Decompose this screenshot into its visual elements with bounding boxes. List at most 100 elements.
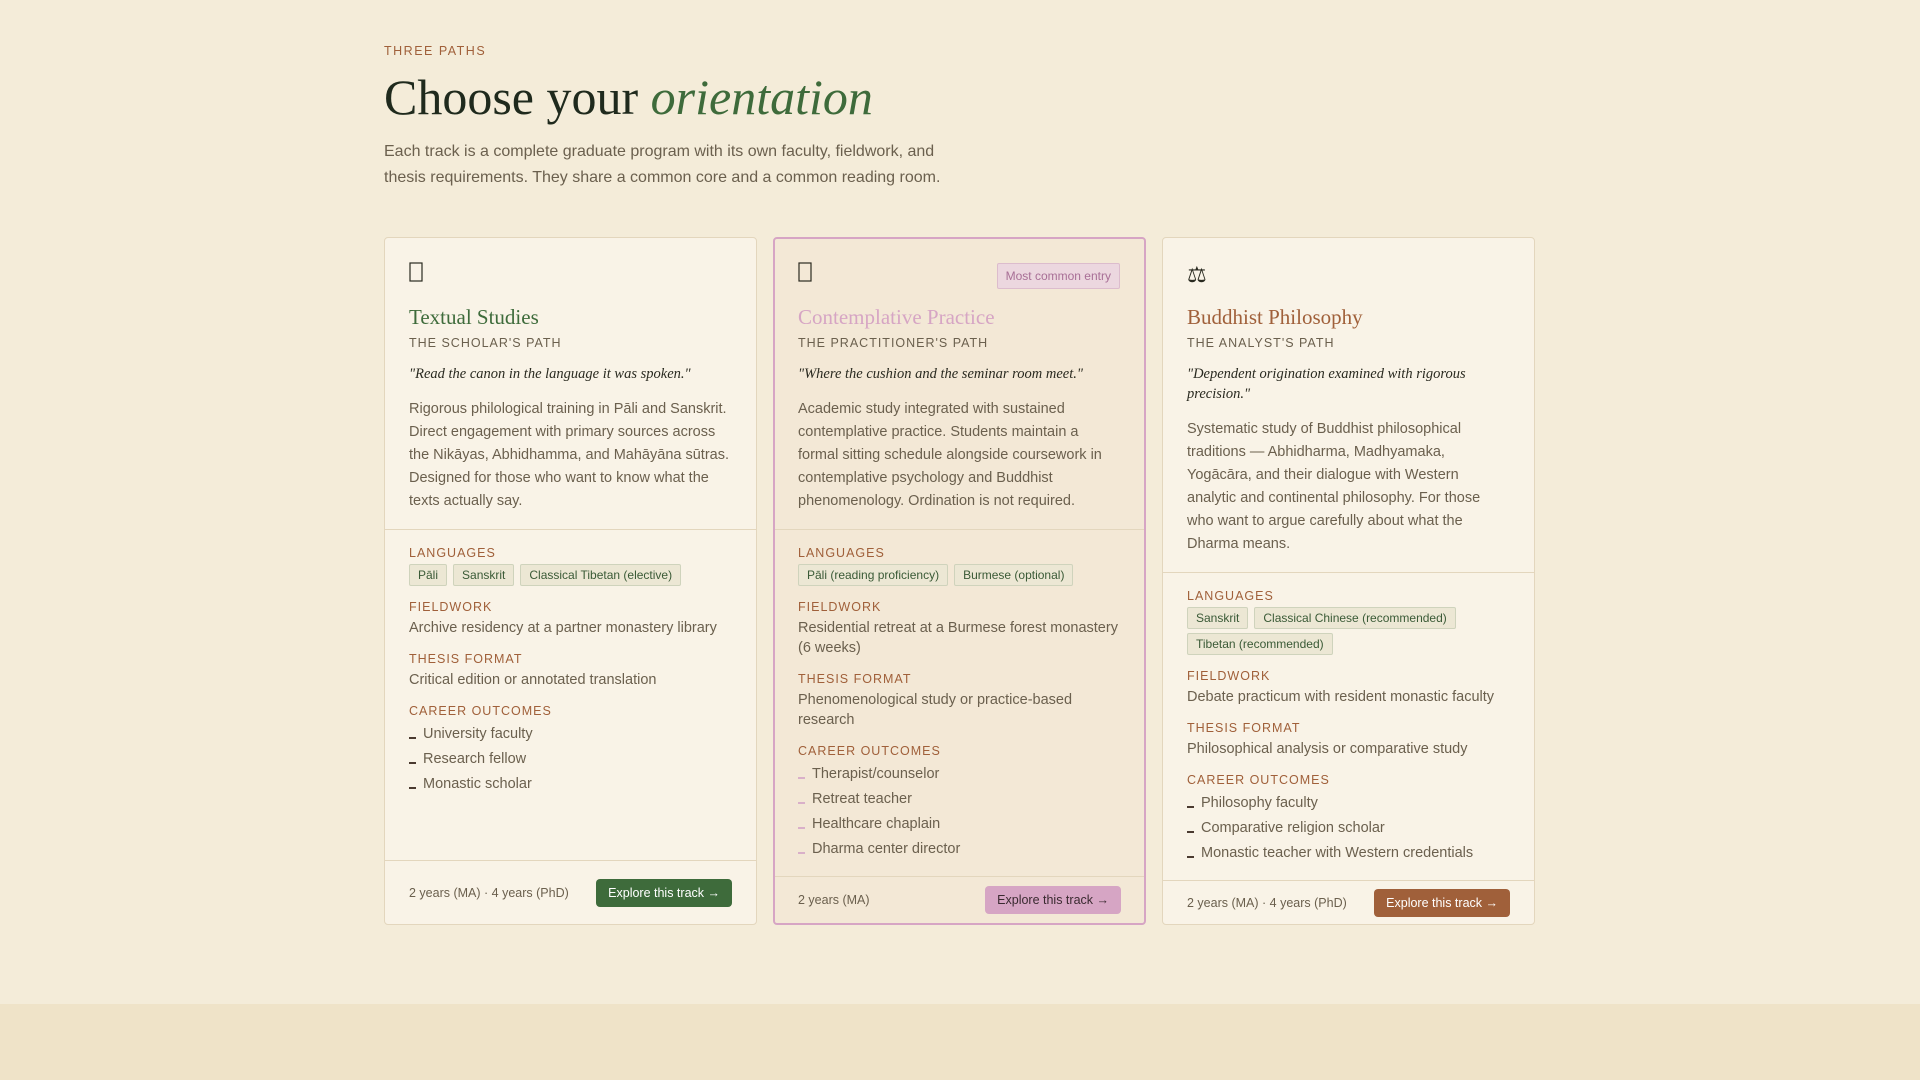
fieldwork-label: FIELDWORK <box>798 600 882 614</box>
career-text: Monastic scholar <box>423 776 532 792</box>
language-tags: Sanskrit Classical Chinese (recommended)… <box>1187 607 1510 655</box>
card-header: ⚖ Buddhist Philosophy THE ANALYST'S PATH… <box>1163 238 1534 573</box>
dash-icon <box>798 852 805 854</box>
card-details: LANGUAGES Pāli Sanskrit Classical Tibeta… <box>385 530 756 860</box>
dash-icon <box>409 762 416 764</box>
language-tag: Pāli (reading proficiency) <box>798 564 949 586</box>
language-tag: Pāli <box>409 564 448 586</box>
tracks-header: THREE PATHS Choose your orientation Each… <box>384 44 1536 191</box>
career-text: University faculty <box>423 726 533 742</box>
list-item: Comparative religion scholar <box>1187 816 1510 841</box>
career-text: Retreat teacher <box>812 791 912 807</box>
track-quote: "Read the canon in the language it was s… <box>409 366 691 382</box>
career-list: Philosophy faculty Comparative religion … <box>1187 791 1510 866</box>
list-item: Monastic scholar <box>409 772 732 797</box>
track-card-buddhist-philosophy: ⚖ Buddhist Philosophy THE ANALYST'S PATH… <box>1162 237 1535 925</box>
languages-block: LANGUAGES Sanskrit Classical Chinese (re… <box>1187 589 1510 655</box>
track-name: Contemplative Practice <box>798 305 995 329</box>
track-description: Systematic study of Buddhist philosophic… <box>1187 421 1481 552</box>
track-cards: Textual Studies THE SCHOLAR'S PATH "Read… <box>384 237 1536 925</box>
fieldwork-value: Debate practicum with resident monastic … <box>1187 689 1495 705</box>
thesis-value: Critical edition or annotated translatio… <box>409 672 657 688</box>
card-details: LANGUAGES Pāli (reading proficiency) Bur… <box>775 530 1144 876</box>
card-header: Textual Studies THE SCHOLAR'S PATH "Read… <box>385 238 756 530</box>
card-header: Most common entry Contemplative Practice… <box>775 239 1144 530</box>
career-text: Dharma center director <box>812 841 961 857</box>
section-eyebrow: THREE PATHS <box>384 44 487 58</box>
dash-icon <box>1187 831 1194 833</box>
career-text: Healthcare chaplain <box>812 816 941 832</box>
explore-track-button[interactable]: Explore this track → <box>1374 888 1510 917</box>
fieldwork-block: FIELDWORK Debate practicum with resident… <box>1187 669 1510 707</box>
book-icon <box>409 262 732 288</box>
card-footer: 2 years (MA) · 4 years (PhD) Explore thi… <box>1163 880 1534 924</box>
dash-icon <box>1187 806 1194 808</box>
language-tag: Sanskrit <box>453 564 515 586</box>
title-plain: Choose your <box>384 69 651 125</box>
careers-block: CAREER OUTCOMES University faculty Resea… <box>409 704 732 797</box>
thesis-value: Philosophical analysis or comparative st… <box>1187 741 1468 757</box>
career-text: Philosophy faculty <box>1201 795 1318 811</box>
track-description: Rigorous philological training in Pāli a… <box>409 401 729 509</box>
languages-label: LANGUAGES <box>798 546 885 560</box>
section-lede: Each track is a complete graduate progra… <box>384 143 941 186</box>
thesis-block: THESIS FORMAT Critical edition or annota… <box>409 652 732 690</box>
list-item: Philosophy faculty <box>1187 791 1510 816</box>
thesis-label: THESIS FORMAT <box>409 652 523 666</box>
career-text: Research fellow <box>423 751 527 767</box>
thesis-label: THESIS FORMAT <box>1187 721 1301 735</box>
dash-icon <box>1187 856 1194 858</box>
track-subtitle: THE ANALYST'S PATH <box>1187 336 1335 350</box>
thesis-block: THESIS FORMAT Phenomenological study or … <box>798 672 1121 730</box>
list-item: Retreat teacher <box>798 787 1121 812</box>
thesis-value: Phenomenological study or practice-based… <box>798 692 1073 728</box>
career-text: Monastic teacher with Western credential… <box>1201 845 1474 861</box>
list-item: University faculty <box>409 722 732 747</box>
fieldwork-label: FIELDWORK <box>409 600 493 614</box>
track-subtitle: THE PRACTITIONER'S PATH <box>798 336 989 350</box>
explore-track-button[interactable]: Explore this track → <box>596 878 732 907</box>
fieldwork-block: FIELDWORK Archive residency at a partner… <box>409 600 732 638</box>
language-tags: Pāli (reading proficiency) Burmese (opti… <box>798 564 1121 586</box>
card-details: LANGUAGES Sanskrit Classical Chinese (re… <box>1163 573 1534 880</box>
list-item: Therapist/counselor <box>798 762 1121 787</box>
list-item: Research fellow <box>409 747 732 772</box>
language-tag: Classical Tibetan (elective) <box>520 564 682 586</box>
languages-label: LANGUAGES <box>1187 589 1274 603</box>
list-item: Monastic teacher with Western credential… <box>1187 841 1510 866</box>
track-duration: 2 years (MA) <box>798 893 870 907</box>
language-tags: Pāli Sanskrit Classical Tibetan (electiv… <box>409 564 732 586</box>
languages-label: LANGUAGES <box>409 546 496 560</box>
dash-icon <box>409 737 416 739</box>
languages-block: LANGUAGES Pāli (reading proficiency) Bur… <box>798 546 1121 586</box>
track-quote: "Where the cushion and the seminar room … <box>798 366 1083 382</box>
language-tag: Sanskrit <box>1187 607 1249 629</box>
dash-icon <box>798 802 805 804</box>
fieldwork-label: FIELDWORK <box>1187 669 1271 683</box>
list-item: Healthcare chaplain <box>798 812 1121 837</box>
card-footer: 2 years (MA) · 4 years (PhD) Explore thi… <box>385 860 756 924</box>
track-subtitle: THE SCHOLAR'S PATH <box>409 336 562 350</box>
thesis-block: THESIS FORMAT Philosophical analysis or … <box>1187 721 1510 759</box>
title-emphasis: orientation <box>650 69 873 125</box>
dash-icon <box>798 827 805 829</box>
fieldwork-value: Archive residency at a partner monastery… <box>409 620 717 636</box>
fieldwork-value: Residential retreat at a Burmese forest … <box>798 620 1118 656</box>
track-quote: "Dependent origination examined with rig… <box>1187 366 1466 402</box>
career-list: University faculty Research fellow Monas… <box>409 722 732 797</box>
career-list: Therapist/counselor Retreat teacher Heal… <box>798 762 1121 862</box>
balance-scale-icon: ⚖ <box>1187 262 1207 287</box>
card-footer: 2 years (MA) Explore this track → <box>775 876 1144 923</box>
track-description: Academic study integrated with sustained… <box>798 401 1102 509</box>
track-duration: 2 years (MA) · 4 years (PhD) <box>1187 895 1347 910</box>
careers-label: CAREER OUTCOMES <box>798 744 941 758</box>
career-text: Therapist/counselor <box>812 766 940 782</box>
track-card-contemplative-practice: Most common entry Contemplative Practice… <box>773 237 1146 925</box>
explore-track-button[interactable]: Explore this track → <box>985 886 1121 914</box>
page-title: Choose your orientation <box>384 70 1536 125</box>
career-text: Comparative religion scholar <box>1201 820 1385 836</box>
dash-icon <box>798 777 805 779</box>
thesis-label: THESIS FORMAT <box>798 672 912 686</box>
track-card-textual-studies: Textual Studies THE SCHOLAR'S PATH "Read… <box>384 237 757 925</box>
list-item: Dharma center director <box>798 837 1121 862</box>
